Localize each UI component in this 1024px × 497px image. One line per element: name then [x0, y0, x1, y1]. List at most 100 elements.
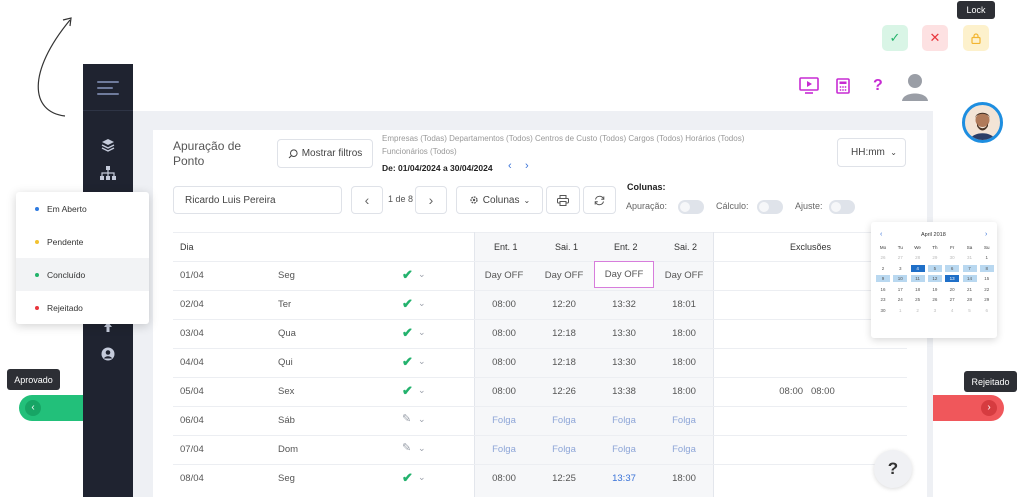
calendar-prev-button[interactable]: ‹ — [880, 231, 882, 238]
calendar-day[interactable]: 3 — [928, 307, 942, 314]
calendar-day[interactable]: 18 — [911, 286, 925, 293]
cell-sai1[interactable]: 12:26 — [534, 386, 594, 397]
calendar-day[interactable]: 6 — [945, 264, 960, 272]
cell-sai1[interactable]: Folga — [534, 444, 594, 455]
layers-icon[interactable] — [98, 138, 118, 158]
calendar-day[interactable]: 5 — [927, 264, 942, 272]
calendar-day[interactable]: 27 — [945, 296, 959, 303]
time-format-select[interactable]: HH:mm ⌄ — [837, 138, 906, 167]
calendar-day[interactable]: 12 — [927, 275, 942, 282]
profile-photo-avatar[interactable] — [962, 102, 1003, 143]
calendar-day[interactable]: 20 — [945, 286, 959, 293]
floating-help-button[interactable]: ? — [874, 450, 912, 488]
cell-sai1[interactable]: 12:18 — [534, 357, 594, 368]
cell-ent1[interactable]: 08:00 — [474, 299, 534, 310]
calendar-day[interactable]: 19 — [928, 286, 942, 293]
cell-ent2[interactable]: 13:32 — [594, 299, 654, 310]
status-dropdown-chevron-icon[interactable]: ⌄ — [418, 298, 426, 309]
monitor-play-icon[interactable] — [799, 77, 819, 94]
cell-ent2[interactable]: Day OFF — [594, 261, 654, 288]
print-button[interactable] — [546, 186, 580, 214]
user-avatar-icon[interactable] — [900, 71, 930, 101]
cell-ent2[interactable]: 13:37 — [594, 473, 654, 484]
org-chart-icon[interactable] — [98, 166, 118, 186]
calendar-day[interactable]: 28 — [911, 254, 925, 261]
user-circle-icon[interactable] — [98, 347, 118, 367]
cell-sai1[interactable]: 12:25 — [534, 473, 594, 484]
ajuste-toggle[interactable] — [829, 200, 855, 214]
calendar-day[interactable]: 29 — [928, 254, 942, 261]
calendar-day[interactable]: 15 — [980, 275, 994, 282]
cell-ent1[interactable]: 08:00 — [474, 328, 534, 339]
period-prev-button[interactable]: ‹ — [508, 160, 512, 172]
calendar-day[interactable]: 17 — [893, 286, 907, 293]
status-dropdown-chevron-icon[interactable]: ⌄ — [418, 327, 426, 338]
cell-ent2[interactable]: Folga — [594, 444, 654, 455]
status-dropdown-chevron-icon[interactable]: ⌄ — [418, 443, 426, 454]
employee-select[interactable]: Ricardo Luis Pereira — [173, 186, 342, 214]
status-item-concluido[interactable]: Concluído — [16, 258, 149, 291]
cell-ent1[interactable]: Folga — [474, 444, 534, 455]
calendar-day[interactable]: 8 — [979, 264, 994, 272]
calculo-toggle[interactable] — [757, 200, 783, 214]
show-filters-button[interactable]: Mostrar filtros — [277, 139, 373, 168]
refresh-button[interactable] — [583, 186, 616, 214]
cell-sai2[interactable]: 18:00 — [654, 328, 714, 339]
cell-ent1[interactable]: Folga — [474, 415, 534, 426]
calendar-day[interactable]: 27 — [893, 254, 907, 261]
calendar-day[interactable]: 25 — [911, 296, 925, 303]
cell-sai2[interactable]: 18:00 — [654, 473, 714, 484]
calendar-day[interactable]: 2 — [876, 265, 890, 272]
employee-next-button[interactable]: › — [415, 186, 447, 214]
employee-prev-button[interactable]: ‹ — [351, 186, 383, 214]
calendar-day[interactable]: 1 — [980, 254, 994, 261]
lock-square-button[interactable] — [963, 25, 989, 51]
cell-ent2[interactable]: Folga — [594, 415, 654, 426]
menu-collapse-icon[interactable] — [97, 81, 119, 99]
reject-pill-button[interactable]: › — [933, 395, 1004, 421]
columns-button[interactable]: Colunas ⌄ — [456, 186, 543, 214]
calendar-day[interactable]: 26 — [876, 254, 890, 261]
status-dropdown-chevron-icon[interactable]: ⌄ — [418, 472, 426, 483]
cell-ent1[interactable]: 08:00 — [474, 473, 534, 484]
cell-sai1[interactable]: 12:18 — [534, 328, 594, 339]
calendar-day[interactable]: 28 — [963, 296, 977, 303]
cell-sai2[interactable]: 18:00 — [654, 386, 714, 397]
approve-square-button[interactable]: ✓ — [882, 25, 908, 51]
cell-sai2[interactable]: 18:00 — [654, 357, 714, 368]
cell-ent2[interactable]: 13:30 — [594, 328, 654, 339]
calendar-day[interactable]: 23 — [876, 296, 890, 303]
calendar-day[interactable]: 22 — [980, 286, 994, 293]
calendar-next-button[interactable]: › — [985, 231, 987, 238]
cell-ent2[interactable]: 13:38 — [594, 386, 654, 397]
calendar-day[interactable]: 6 — [980, 307, 994, 314]
calendar-day[interactable]: 24 — [893, 296, 907, 303]
calendar-day[interactable]: 29 — [980, 296, 994, 303]
calendar-day[interactable]: 10 — [893, 275, 908, 282]
cell-sai2[interactable]: Day OFF — [654, 270, 714, 281]
calendar-day[interactable]: 26 — [928, 296, 942, 303]
status-dropdown-chevron-icon[interactable]: ⌄ — [418, 269, 426, 280]
calendar-day[interactable]: 30 — [945, 254, 959, 261]
calendar-day[interactable]: 4 — [910, 264, 925, 272]
cell-sai2[interactable]: Folga — [654, 444, 714, 455]
calendar-day[interactable]: 7 — [962, 264, 977, 272]
approve-pill-button[interactable]: ‹ — [19, 395, 83, 421]
reject-square-button[interactable]: ✕ — [922, 25, 948, 51]
calendar-day[interactable]: 5 — [963, 307, 977, 314]
calendar-day[interactable]: 14 — [962, 275, 977, 282]
status-item-em-aberto[interactable]: Em Aberto — [16, 192, 149, 225]
apuracao-toggle[interactable] — [678, 200, 704, 214]
calendar-day[interactable]: 1 — [893, 307, 907, 314]
status-dropdown-chevron-icon[interactable]: ⌄ — [418, 385, 426, 396]
calendar-day[interactable]: 4 — [945, 307, 959, 314]
cell-ent1[interactable]: 08:00 — [474, 386, 534, 397]
cell-ent1[interactable]: Day OFF — [474, 270, 534, 281]
calendar-day[interactable]: 21 — [963, 286, 977, 293]
calendar-day[interactable]: 2 — [911, 307, 925, 314]
calendar-day[interactable]: 31 — [963, 254, 977, 261]
cell-ent2[interactable]: 13:30 — [594, 357, 654, 368]
period-next-button[interactable]: › — [525, 160, 529, 172]
calendar-day[interactable]: 30 — [876, 307, 890, 314]
calendar-day[interactable]: 3 — [893, 265, 907, 272]
